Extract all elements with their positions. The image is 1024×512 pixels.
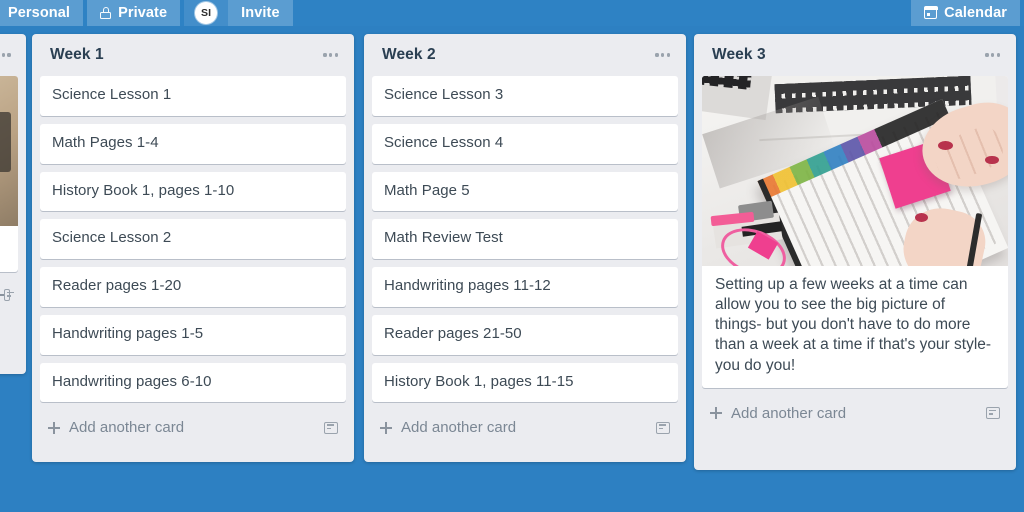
card-list-week-1: Science Lesson 1 Math Pages 1-4 History … — [32, 76, 354, 403]
lock-icon — [100, 7, 112, 19]
add-another-card-button[interactable] — [0, 280, 26, 313]
invite-label: Invite — [241, 5, 280, 21]
card-template-icon[interactable] — [656, 421, 670, 434]
card[interactable]: Handwriting pages 11-12 — [372, 267, 678, 307]
card-template-icon[interactable] — [986, 407, 1000, 420]
board-visibility-button[interactable]: Private — [87, 0, 181, 26]
list-header-week-3: Week 3 — [694, 34, 1016, 76]
plus-icon — [380, 421, 392, 434]
card[interactable]: Math Review Test — [372, 219, 678, 259]
board-canvas: Week 1 Science Lesson 1 Math Pages 1-4 H… — [0, 26, 1024, 512]
card[interactable]: Science Lesson 3 — [372, 76, 678, 116]
list-week-1[interactable]: Week 1 Science Lesson 1 Math Pages 1-4 H… — [32, 34, 354, 462]
board-name-label: Personal — [8, 5, 71, 21]
card[interactable]: History Book 1, pages 1-10 — [40, 171, 346, 212]
plus-icon — [710, 407, 722, 420]
calendar-label: Calendar — [944, 5, 1007, 21]
card[interactable]: Science Lesson 2 — [40, 219, 346, 259]
add-another-card-button-week-3[interactable]: Add another card — [694, 396, 1016, 434]
card[interactable]: Science Lesson 1 — [40, 76, 346, 116]
add-another-card-label: Add another card — [401, 419, 517, 437]
card[interactable]: Handwriting pages 6-10 — [40, 362, 346, 403]
board-members[interactable]: SI — [184, 0, 229, 26]
card[interactable]: Reader pages 1-20 — [40, 267, 346, 307]
list-title: Week 3 — [712, 46, 766, 63]
list-week-2[interactable]: Week 2 Science Lesson 3 Science Lesson 4… — [364, 34, 686, 462]
list-partial-left[interactable] — [0, 34, 26, 374]
card[interactable]: Science Lesson 4 — [372, 123, 678, 164]
list-header — [0, 34, 26, 76]
card[interactable]: Math Pages 1-4 — [40, 123, 346, 164]
list-week-3[interactable]: Week 3 Setting up a few weeks at a time … — [694, 34, 1016, 470]
card-list — [0, 76, 26, 272]
card[interactable]: Math Page 5 — [372, 171, 678, 212]
card-list-week-2: Science Lesson 3 Science Lesson 4 Math P… — [364, 76, 686, 403]
add-another-card-button-week-2[interactable]: Add another card — [364, 410, 686, 448]
card-cover-image — [702, 76, 1008, 266]
list-menu-dots-icon[interactable] — [653, 49, 672, 60]
plus-icon — [48, 421, 60, 434]
card-template-icon[interactable] — [4, 289, 14, 301]
list-menu-dots-icon[interactable] — [983, 49, 1002, 60]
card[interactable]: Reader pages 21-50 — [372, 314, 678, 355]
list-header-week-2: Week 2 — [364, 34, 686, 76]
card[interactable]: History Book 1, pages 11-15 — [372, 362, 678, 403]
add-another-card-button-week-1[interactable]: Add another card — [32, 410, 354, 448]
list-menu-dots-icon[interactable] — [321, 49, 340, 60]
list-menu-dots-icon[interactable] — [0, 49, 13, 60]
card-title-text[interactable]: Setting up a few weeks at a time can all… — [702, 266, 1008, 388]
calendar-power-up-button[interactable]: Calendar — [911, 0, 1020, 26]
card-body[interactable] — [0, 226, 18, 272]
card-cover-image — [0, 76, 18, 226]
card-list-week-3: Setting up a few weeks at a time can all… — [694, 76, 1016, 388]
board-header-bar: Personal Private SI Invite Calendar — [0, 0, 1024, 26]
calendar-icon — [923, 6, 938, 19]
add-another-card-label: Add another card — [69, 419, 185, 437]
list-title: Week 2 — [382, 46, 436, 63]
board-name-button[interactable]: Personal — [0, 0, 84, 26]
add-another-card-label: Add another card — [731, 404, 847, 422]
avatar[interactable]: SI — [195, 2, 218, 24]
list-title: Week 1 — [50, 46, 104, 63]
card[interactable]: Handwriting pages 1-5 — [40, 314, 346, 355]
card-template-icon[interactable] — [324, 421, 338, 434]
board-visibility-label: Private — [118, 5, 168, 21]
card-with-cover[interactable] — [0, 76, 18, 226]
invite-button[interactable]: Invite — [228, 0, 293, 26]
card-with-cover[interactable] — [702, 76, 1008, 266]
list-header-week-1: Week 1 — [32, 34, 354, 76]
